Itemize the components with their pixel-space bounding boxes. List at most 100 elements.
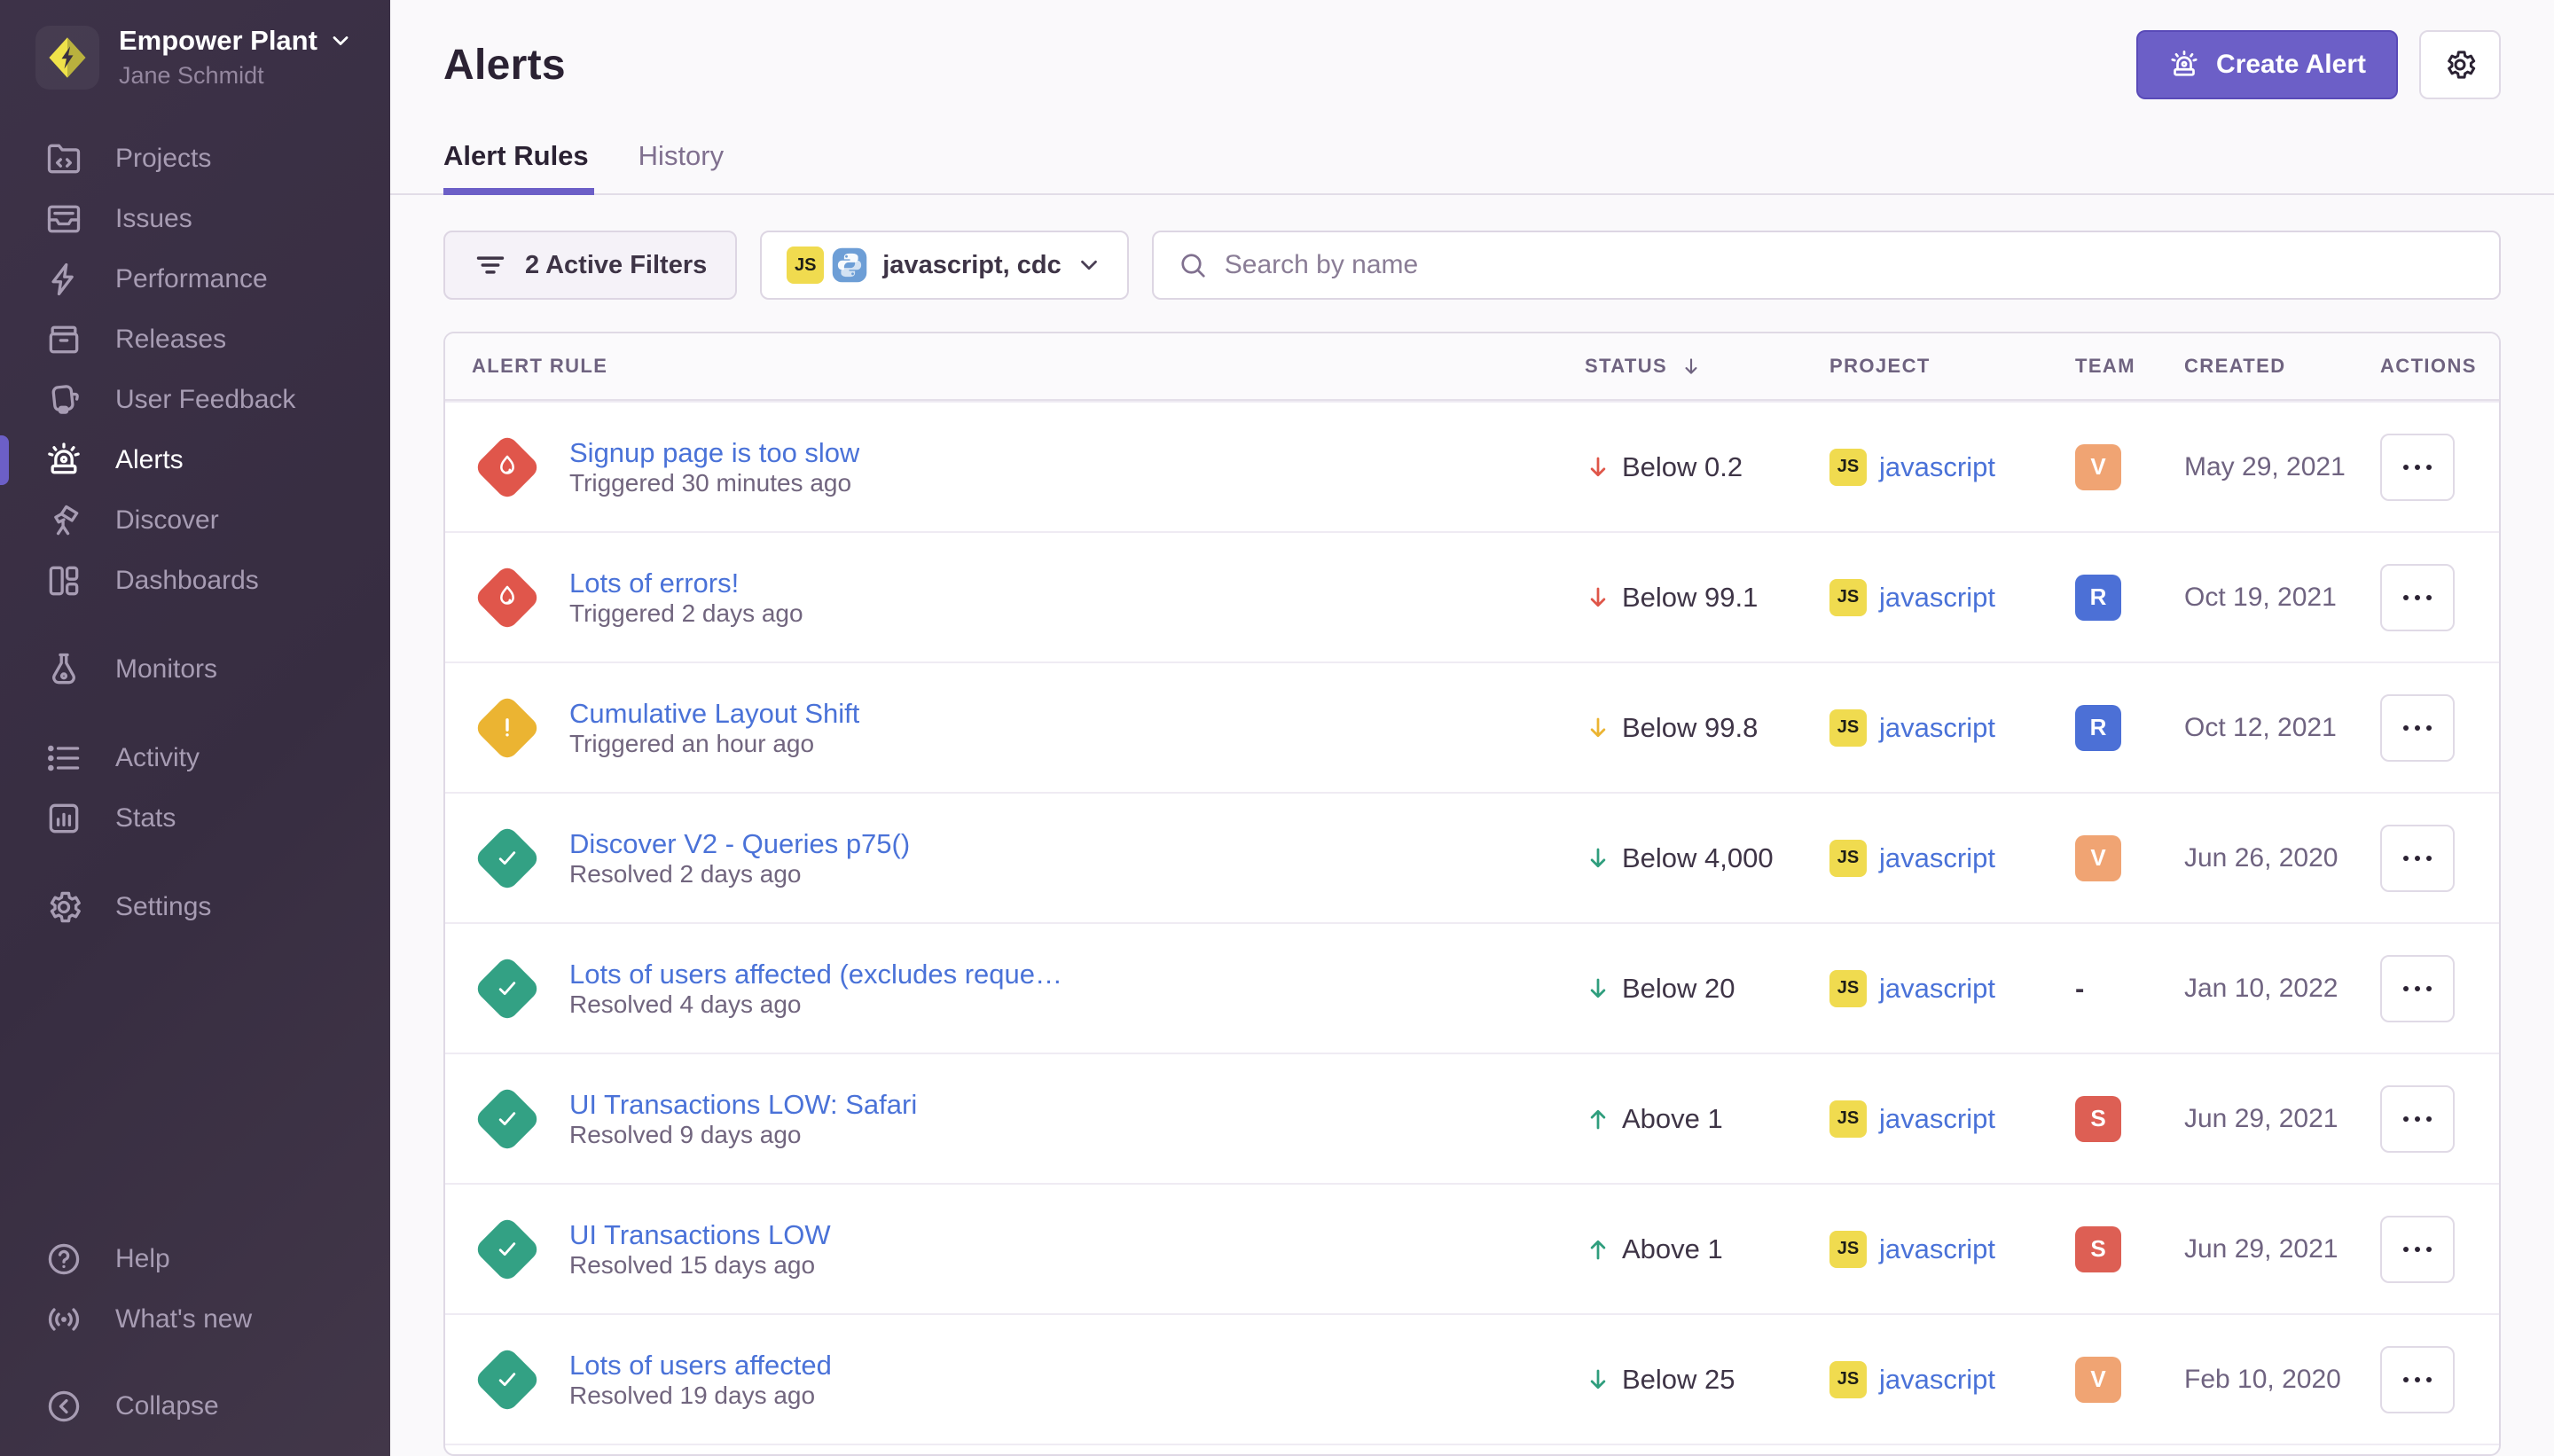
sidebar-item-user-feedback[interactable]: User Feedback: [0, 370, 390, 430]
table-row: Signup page is too slow Triggered 30 min…: [445, 401, 2499, 531]
alert-rule-link[interactable]: UI Transactions LOW: [569, 1219, 831, 1251]
alert-rule-link[interactable]: Lots of users affected (excludes reque…: [569, 959, 1062, 990]
sidebar-collapse-button[interactable]: Collapse: [0, 1376, 390, 1436]
check-icon: [492, 1104, 522, 1134]
alert-rule-link[interactable]: UI Transactions LOW: Safari: [569, 1089, 917, 1121]
table-row: Lots of users affected Resolved 19 days …: [445, 1313, 2499, 1444]
column-header-status-label: Status: [1585, 355, 1667, 378]
row-actions-button[interactable]: [2380, 434, 2455, 501]
exclamation-icon: [492, 713, 522, 743]
sidebar-item-whats-new[interactable]: What's new: [0, 1289, 390, 1350]
alert-state-icon: [472, 562, 543, 633]
sidebar-item-stats[interactable]: Stats: [0, 788, 390, 849]
activity-icon: [44, 739, 83, 778]
alert-rule-subtitle: Resolved 15 days ago: [569, 1251, 815, 1279]
row-actions-button[interactable]: [2380, 1085, 2455, 1153]
team-badge: V: [2075, 444, 2121, 490]
sidebar-item-alerts[interactable]: Alerts: [0, 430, 390, 490]
sidebar-item-dashboards[interactable]: Dashboards: [0, 551, 390, 611]
javascript-project-icon: JS: [1829, 1361, 1867, 1398]
table-row: Lots of users affected (excludes reque… …: [445, 922, 2499, 1053]
created-date: Jun 29, 2021: [2184, 1234, 2380, 1264]
sidebar: Empower Plant Jane Schmidt Projects Issu…: [0, 0, 390, 1456]
created-date: Jun 29, 2021: [2184, 1104, 2380, 1134]
status-arrow-icon: [1585, 584, 1611, 611]
check-icon: [492, 1365, 522, 1395]
status-value: Below 25: [1622, 1364, 1735, 1396]
alert-settings-button[interactable]: [2419, 30, 2501, 99]
alert-rule-link[interactable]: Cumulative Layout Shift: [569, 698, 859, 730]
row-actions-button[interactable]: [2380, 1346, 2455, 1413]
column-header-status[interactable]: Status: [1585, 355, 1829, 378]
sidebar-item-performance[interactable]: Performance: [0, 249, 390, 309]
check-icon: [492, 974, 522, 1004]
javascript-project-icon: JS: [1829, 709, 1867, 747]
sidebar-item-label: User Feedback: [115, 385, 295, 415]
active-filters-label: 2 Active Filters: [525, 251, 707, 280]
discover-icon: [44, 501, 83, 540]
javascript-project-icon: JS: [787, 247, 824, 284]
row-actions-button[interactable]: [2380, 825, 2455, 892]
sidebar-item-label: What's new: [115, 1304, 252, 1335]
sidebar-item-discover[interactable]: Discover: [0, 490, 390, 551]
alert-state-icon: [472, 953, 543, 1024]
table-row-partial: [445, 1444, 2499, 1456]
created-date: Oct 12, 2021: [2184, 713, 2380, 743]
tab-alert-rules[interactable]: Alert Rules: [443, 140, 589, 193]
create-alert-button[interactable]: Create Alert: [2136, 30, 2398, 99]
sidebar-item-projects[interactable]: Projects: [0, 129, 390, 189]
project-selector[interactable]: JS javascript, cdc: [760, 231, 1129, 300]
project-link[interactable]: javascript: [1879, 451, 1995, 483]
row-actions-button[interactable]: [2380, 955, 2455, 1022]
sidebar-item-activity[interactable]: Activity: [0, 728, 390, 788]
status-value: Below 99.1: [1622, 582, 1758, 614]
javascript-project-icon: JS: [1829, 970, 1867, 1007]
table-row: Lots of errors! Triggered 2 days ago Bel…: [445, 531, 2499, 661]
sidebar-item-label: Monitors: [115, 654, 217, 685]
table-row: Discover V2 - Queries p75() Resolved 2 d…: [445, 792, 2499, 922]
team-badge: S: [2075, 1096, 2121, 1142]
tab-history[interactable]: History: [638, 140, 724, 193]
created-date: Jan 10, 2022: [2184, 974, 2380, 1004]
status-value: Below 4,000: [1622, 842, 1774, 874]
alert-rule-subtitle: Resolved 19 days ago: [569, 1382, 815, 1409]
alert-rule-subtitle: Resolved 2 days ago: [569, 860, 802, 888]
project-link[interactable]: javascript: [1879, 842, 1995, 874]
project-selector-value: javascript, cdc: [882, 251, 1062, 280]
active-filters-button[interactable]: 2 Active Filters: [443, 231, 737, 300]
alert-rules-table: Alert Rule Status Project Team Created A…: [443, 332, 2501, 1456]
project-link[interactable]: javascript: [1879, 1364, 1995, 1396]
alert-state-icon: [472, 1214, 543, 1285]
row-actions-button[interactable]: [2380, 694, 2455, 762]
project-link[interactable]: javascript: [1879, 973, 1995, 1005]
column-header-team: Team: [2075, 355, 2184, 378]
status-cell: Above 1: [1585, 1103, 1829, 1135]
project-link[interactable]: javascript: [1879, 1233, 1995, 1265]
sidebar-item-help[interactable]: Help: [0, 1229, 390, 1289]
alert-rule-link[interactable]: Lots of errors!: [569, 568, 803, 599]
search-input[interactable]: [1225, 250, 2476, 280]
sidebar-item-settings[interactable]: Settings: [0, 877, 390, 937]
sidebar-item-releases[interactable]: Releases: [0, 309, 390, 370]
sidebar-item-issues[interactable]: Issues: [0, 189, 390, 249]
alert-state-icon: [472, 823, 543, 894]
performance-icon: [44, 260, 83, 299]
status-cell: Below 99.1: [1585, 582, 1829, 614]
status-arrow-icon: [1585, 454, 1611, 481]
search-icon: [1177, 249, 1209, 281]
project-link[interactable]: javascript: [1879, 582, 1995, 614]
org-switcher[interactable]: Empower Plant Jane Schmidt: [0, 25, 390, 90]
gear-icon: [2442, 47, 2478, 82]
alert-rule-link[interactable]: Signup page is too slow: [569, 437, 859, 469]
project-link[interactable]: javascript: [1879, 1103, 1995, 1135]
row-actions-button[interactable]: [2380, 564, 2455, 631]
javascript-project-icon: JS: [1829, 1231, 1867, 1268]
project-link[interactable]: javascript: [1879, 712, 1995, 744]
releases-icon: [44, 320, 83, 359]
empower-plant-logo-icon: [44, 35, 90, 81]
sidebar-item-monitors[interactable]: Monitors: [0, 639, 390, 700]
row-actions-button[interactable]: [2380, 1216, 2455, 1283]
alert-rule-link[interactable]: Discover V2 - Queries p75(): [569, 828, 910, 860]
alert-rule-link[interactable]: Lots of users affected: [569, 1350, 832, 1382]
alerts-icon: [44, 441, 83, 480]
